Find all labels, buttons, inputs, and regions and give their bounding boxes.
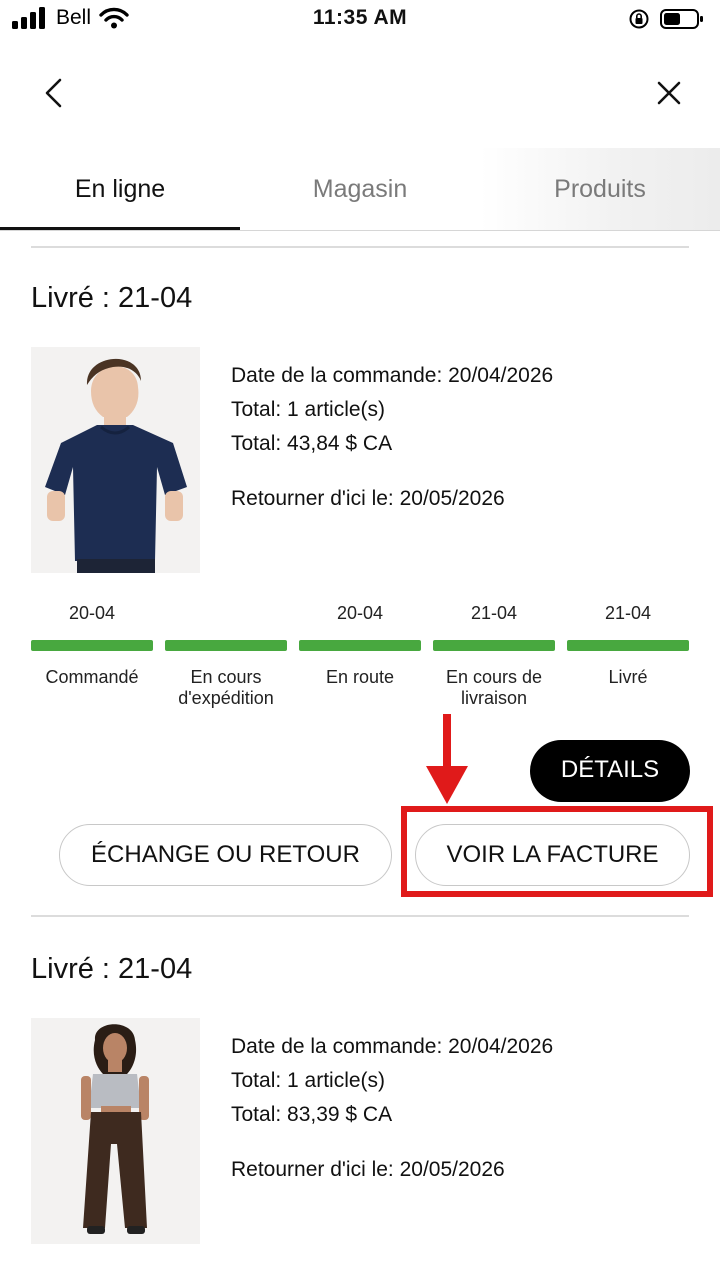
- product-image[interactable]: [31, 1018, 200, 1244]
- annotation-arrow-icon: [426, 714, 468, 804]
- orientation-lock-icon: [629, 9, 649, 29]
- product-photo-pants: [31, 1018, 200, 1244]
- order-total: Total: 43,84 $ CA: [231, 432, 393, 455]
- tab-bar: En ligne Magasin Produits: [0, 148, 720, 230]
- order-date: Date de la commande: 20/04/2026: [231, 364, 554, 387]
- close-button[interactable]: [654, 78, 684, 108]
- divider: [31, 246, 689, 248]
- nav-bar: [0, 60, 720, 130]
- tracker-step-bar: [31, 640, 153, 651]
- divider: [31, 915, 689, 917]
- close-icon: [657, 81, 681, 105]
- tracker-step-bar: [165, 640, 287, 651]
- tracker-step-label: Livré: [608, 667, 648, 687]
- product-photo-tshirt: [31, 347, 200, 573]
- status-right: [628, 8, 704, 30]
- tracker-date: 20-04: [68, 603, 116, 623]
- return-deadline: Retourner d'ici le: 20/05/2026: [231, 487, 505, 510]
- chevron-left-icon: [45, 78, 62, 108]
- tab-produits[interactable]: Produits: [480, 148, 720, 230]
- annotation-highlight-box: [401, 806, 713, 897]
- return-deadline: Retourner d'ici le: 20/05/2026: [231, 1158, 505, 1181]
- order-date: Date de la commande: 20/04/2026: [231, 1035, 554, 1058]
- tracker-step-label: En cours de livraison: [445, 667, 543, 708]
- order-status-title: Livré : 21-04: [31, 282, 193, 314]
- tab-magasin[interactable]: Magasin: [240, 148, 480, 230]
- back-button[interactable]: [38, 76, 72, 110]
- order-item-count: Total: 1 article(s): [231, 1069, 386, 1092]
- order-item-count: Total: 1 article(s): [231, 398, 386, 421]
- details-button[interactable]: DÉTAILS: [530, 740, 690, 802]
- tabs-divider: [0, 230, 720, 231]
- status-time: 11:35 AM: [312, 6, 408, 29]
- tracker-step-label: En cours d'expédition: [178, 667, 274, 708]
- tracker-date: 21-04: [604, 603, 652, 623]
- order-total: Total: 83,39 $ CA: [231, 1103, 393, 1126]
- tracker-step-bar: [299, 640, 421, 651]
- order-status-title: Livré : 21-04: [31, 953, 193, 985]
- tab-en-ligne[interactable]: En ligne: [0, 148, 240, 230]
- status-bar: Bell 11:35 AM: [0, 0, 720, 40]
- tracker-step-label: Commandé: [45, 667, 139, 687]
- tracker-date: 21-04: [470, 603, 518, 623]
- product-image[interactable]: [31, 347, 200, 573]
- tracker-date: 20-04: [336, 603, 384, 623]
- exchange-return-button[interactable]: ÉCHANGE OU RETOUR: [59, 824, 392, 886]
- battery-icon: [660, 9, 703, 29]
- tracker-step-bar: [567, 640, 689, 651]
- tracker-step-bar: [433, 640, 555, 651]
- tracker-step-label: En route: [325, 667, 395, 687]
